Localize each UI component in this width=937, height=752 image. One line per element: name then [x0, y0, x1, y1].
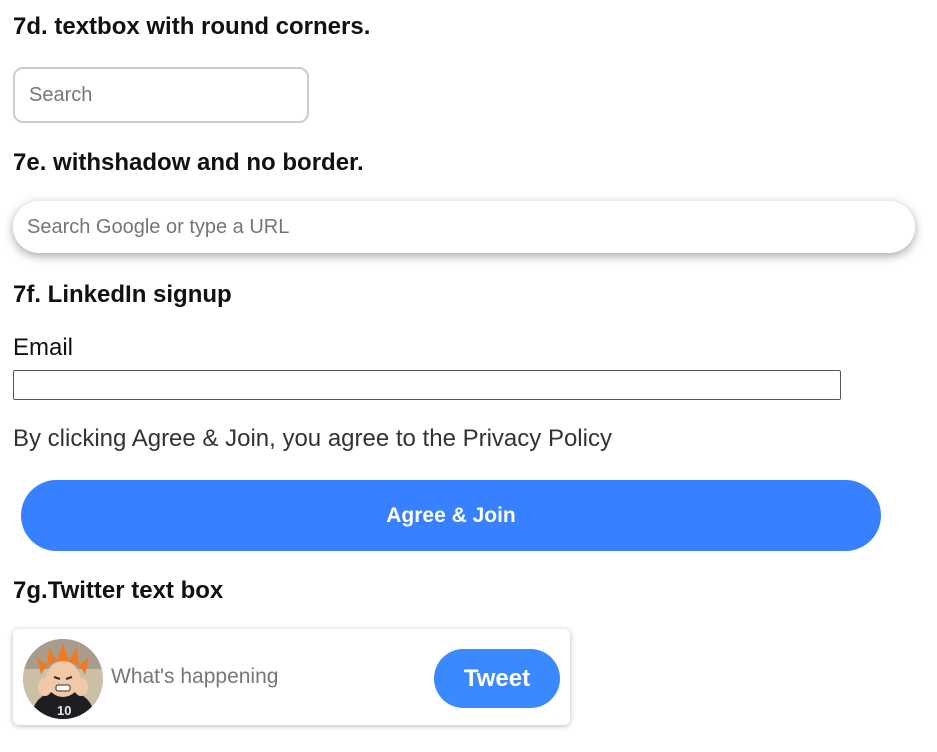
email-label: Email — [13, 334, 74, 361]
heading-7f: 7f. LinkedIn signup — [13, 280, 232, 310]
user-avatar-icon: 10 — [23, 639, 103, 719]
tweet-input[interactable] — [111, 659, 421, 695]
svg-text:10: 10 — [57, 703, 71, 718]
agree-join-button[interactable]: Agree & Join — [21, 480, 881, 551]
heading-7g-number: 7g. — [13, 577, 48, 604]
tweet-box: 10 Tweet — [13, 629, 570, 725]
round-corner-search-input[interactable] — [13, 67, 309, 123]
heading-7e: 7e. withshadow and no border. — [13, 148, 364, 178]
heading-7e-title: withshadow and no border. — [46, 149, 364, 176]
heading-7e-number: 7e. — [13, 149, 47, 176]
heading-7f-title: LinkedIn signup — [41, 281, 232, 308]
email-field[interactable] — [13, 370, 841, 400]
heading-7d-number: 7d. — [13, 13, 48, 40]
heading-7f-number: 7f. — [13, 281, 42, 308]
heading-7g-title: Twitter text box — [47, 577, 224, 604]
agree-policy-text: By clicking Agree & Join, you agree to t… — [13, 425, 612, 452]
heading-7d: 7d. textbox with round corners. — [13, 12, 370, 42]
shadow-search-input[interactable] — [13, 201, 915, 253]
heading-7d-title: textbox with round corners. — [47, 13, 371, 40]
heading-7g: 7g.Twitter text box — [13, 576, 223, 606]
tweet-button[interactable]: Tweet — [434, 649, 560, 708]
